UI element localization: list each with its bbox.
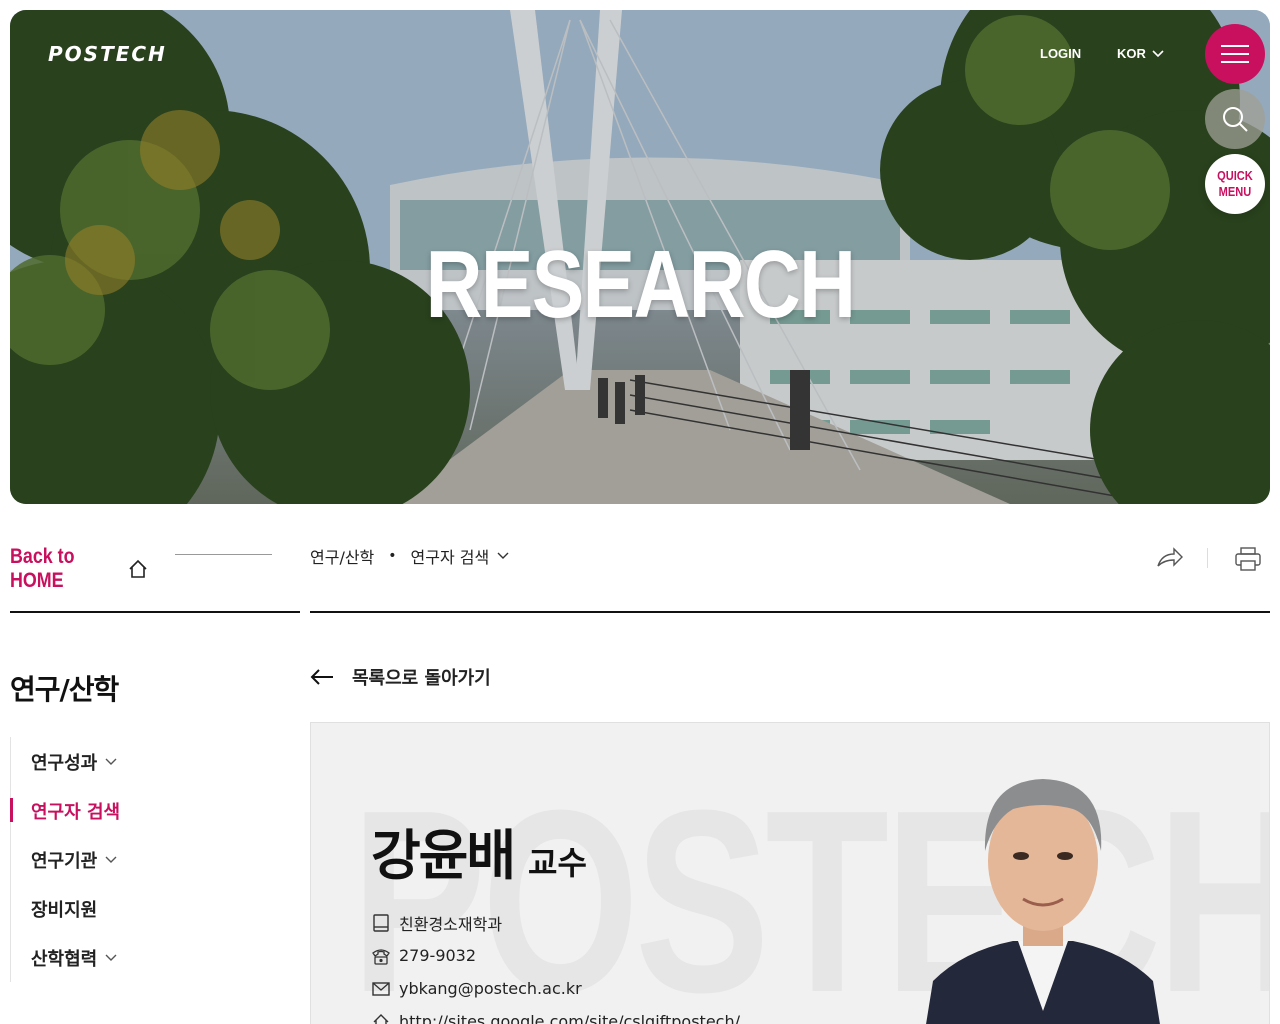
book-icon xyxy=(371,913,391,933)
sidebar-item-equipment-support[interactable]: 장비지원 xyxy=(11,884,300,933)
chevron-down-icon xyxy=(497,552,509,559)
breadcrumb-dropdown-researcher-search[interactable]: 연구자 검색 xyxy=(411,544,510,568)
quick-menu-label: QUICK MENU xyxy=(1217,168,1253,199)
sidebar-item-label: 연구기관 xyxy=(31,850,98,872)
divider xyxy=(310,611,1270,613)
chevron-down-icon xyxy=(105,856,117,863)
breadcrumb-separator: • xyxy=(388,548,397,564)
back-to-list-label: 목록으로 돌아가기 xyxy=(352,668,491,689)
search-button[interactable] xyxy=(1205,89,1265,149)
back-to-home-link[interactable]: Back to HOME xyxy=(10,545,148,593)
share-button[interactable] xyxy=(1156,546,1184,574)
sidebar-item-label: 연구자 검색 xyxy=(31,801,121,823)
language-label: KOR xyxy=(1117,46,1146,61)
sidebar-item-researcher-search[interactable]: 연구자 검색 xyxy=(10,786,300,835)
mail-icon xyxy=(371,979,391,999)
breadcrumb-item-researcher-search: 연구자 검색 xyxy=(410,548,490,567)
chevron-down-icon xyxy=(1152,49,1164,57)
divider xyxy=(10,611,300,613)
print-button[interactable] xyxy=(1234,546,1262,576)
email-row: ybkang@postech.ac.kr xyxy=(371,972,740,1005)
homepage-link[interactable]: http://sites.google.com/site/cslgiftpost… xyxy=(399,1012,740,1024)
arrow-left-icon xyxy=(310,669,333,685)
quick-menu-button[interactable]: QUICK MENU xyxy=(1205,154,1265,214)
back-to-list-link[interactable]: 목록으로 돌아가기 xyxy=(310,664,491,690)
sidebar-item-research-institutes[interactable]: 연구기관 xyxy=(11,835,300,884)
sidebar-item-label: 산학협력 xyxy=(31,948,98,970)
professor-photo xyxy=(926,779,1160,1024)
sidebar-menu: 연구성과 연구자 검색 연구기관 장비지원 산학협력 xyxy=(10,737,300,982)
home-icon xyxy=(129,559,147,578)
search-icon xyxy=(1223,107,1248,132)
hamburger-icon xyxy=(1221,45,1249,63)
profile-heading: 강윤배 교수 xyxy=(371,811,587,890)
phone-icon xyxy=(371,946,391,966)
phone-text[interactable]: 279-9032 xyxy=(399,946,476,965)
homepage-row: http://sites.google.com/site/cslgiftpost… xyxy=(371,1005,740,1024)
login-link[interactable]: LOGIN xyxy=(1040,46,1081,61)
divider xyxy=(175,554,272,555)
sidebar-item-label: 장비지원 xyxy=(31,899,98,921)
hero-banner: POSTECH LOGIN KOR RESEARCH xyxy=(10,10,1270,504)
breadcrumb-item-research[interactable]: 연구/산학 xyxy=(310,544,374,568)
back-to-home-label: Back to HOME xyxy=(10,545,75,592)
profile-card: POSTECH 강윤배 교수 친환경소재학과 279-9032 ybkang@p… xyxy=(310,722,1270,1024)
phone-row: 279-9032 xyxy=(371,939,740,972)
hero-title: RESEARCH xyxy=(425,231,856,338)
breadcrumb: 연구/산학 • 연구자 검색 xyxy=(310,544,509,568)
postech-logo[interactable]: POSTECH xyxy=(48,42,167,66)
divider xyxy=(1207,548,1208,568)
menu-button[interactable] xyxy=(1205,24,1265,84)
share-icon xyxy=(1157,547,1183,567)
chevron-down-icon xyxy=(105,758,117,765)
chevron-down-icon xyxy=(105,954,117,961)
professor-name: 강윤배 xyxy=(371,824,516,887)
department-text: 친환경소재학과 xyxy=(399,914,503,934)
department-row: 친환경소재학과 xyxy=(371,906,740,939)
language-selector[interactable]: KOR xyxy=(1117,46,1164,61)
print-icon xyxy=(1235,547,1261,571)
contact-info: 친환경소재학과 279-9032 ybkang@postech.ac.kr ht… xyxy=(371,906,740,1024)
home-icon xyxy=(371,1012,391,1024)
sidebar-item-industry-cooperation[interactable]: 산학협력 xyxy=(11,933,300,982)
email-link[interactable]: ybkang@postech.ac.kr xyxy=(399,979,582,998)
professor-title: 교수 xyxy=(528,844,587,882)
sidebar-title: 연구/산학 xyxy=(10,673,119,706)
sidebar-item-research-results[interactable]: 연구성과 xyxy=(11,737,300,786)
sidebar-item-label: 연구성과 xyxy=(31,752,98,774)
